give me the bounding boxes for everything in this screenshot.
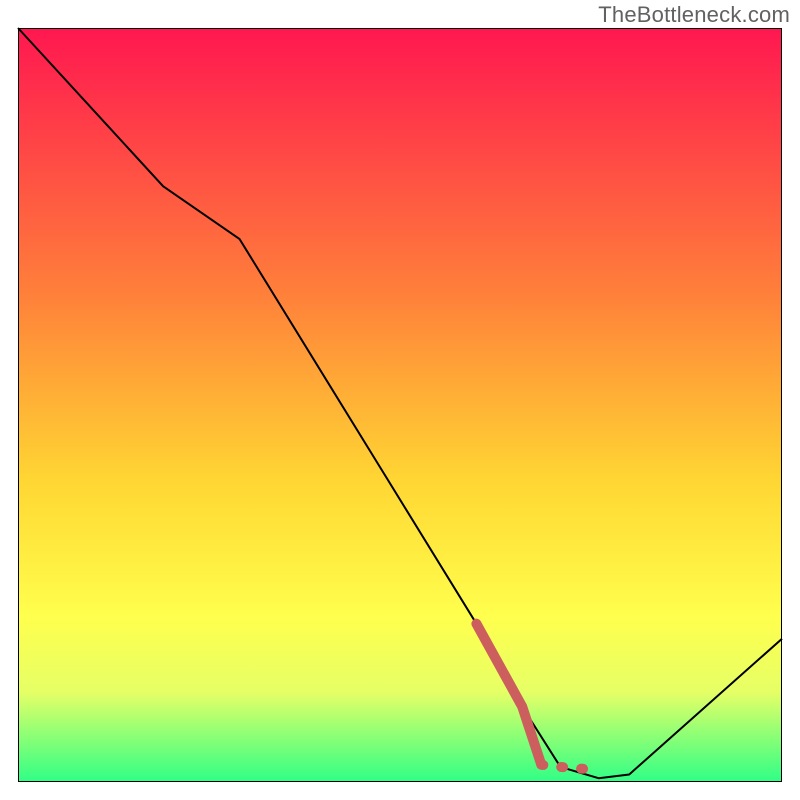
plot-background [18, 28, 782, 782]
watermark-text: TheBottleneck.com [598, 2, 790, 28]
chart-frame: TheBottleneck.com [0, 0, 800, 800]
bottleneck-chart [0, 0, 800, 800]
